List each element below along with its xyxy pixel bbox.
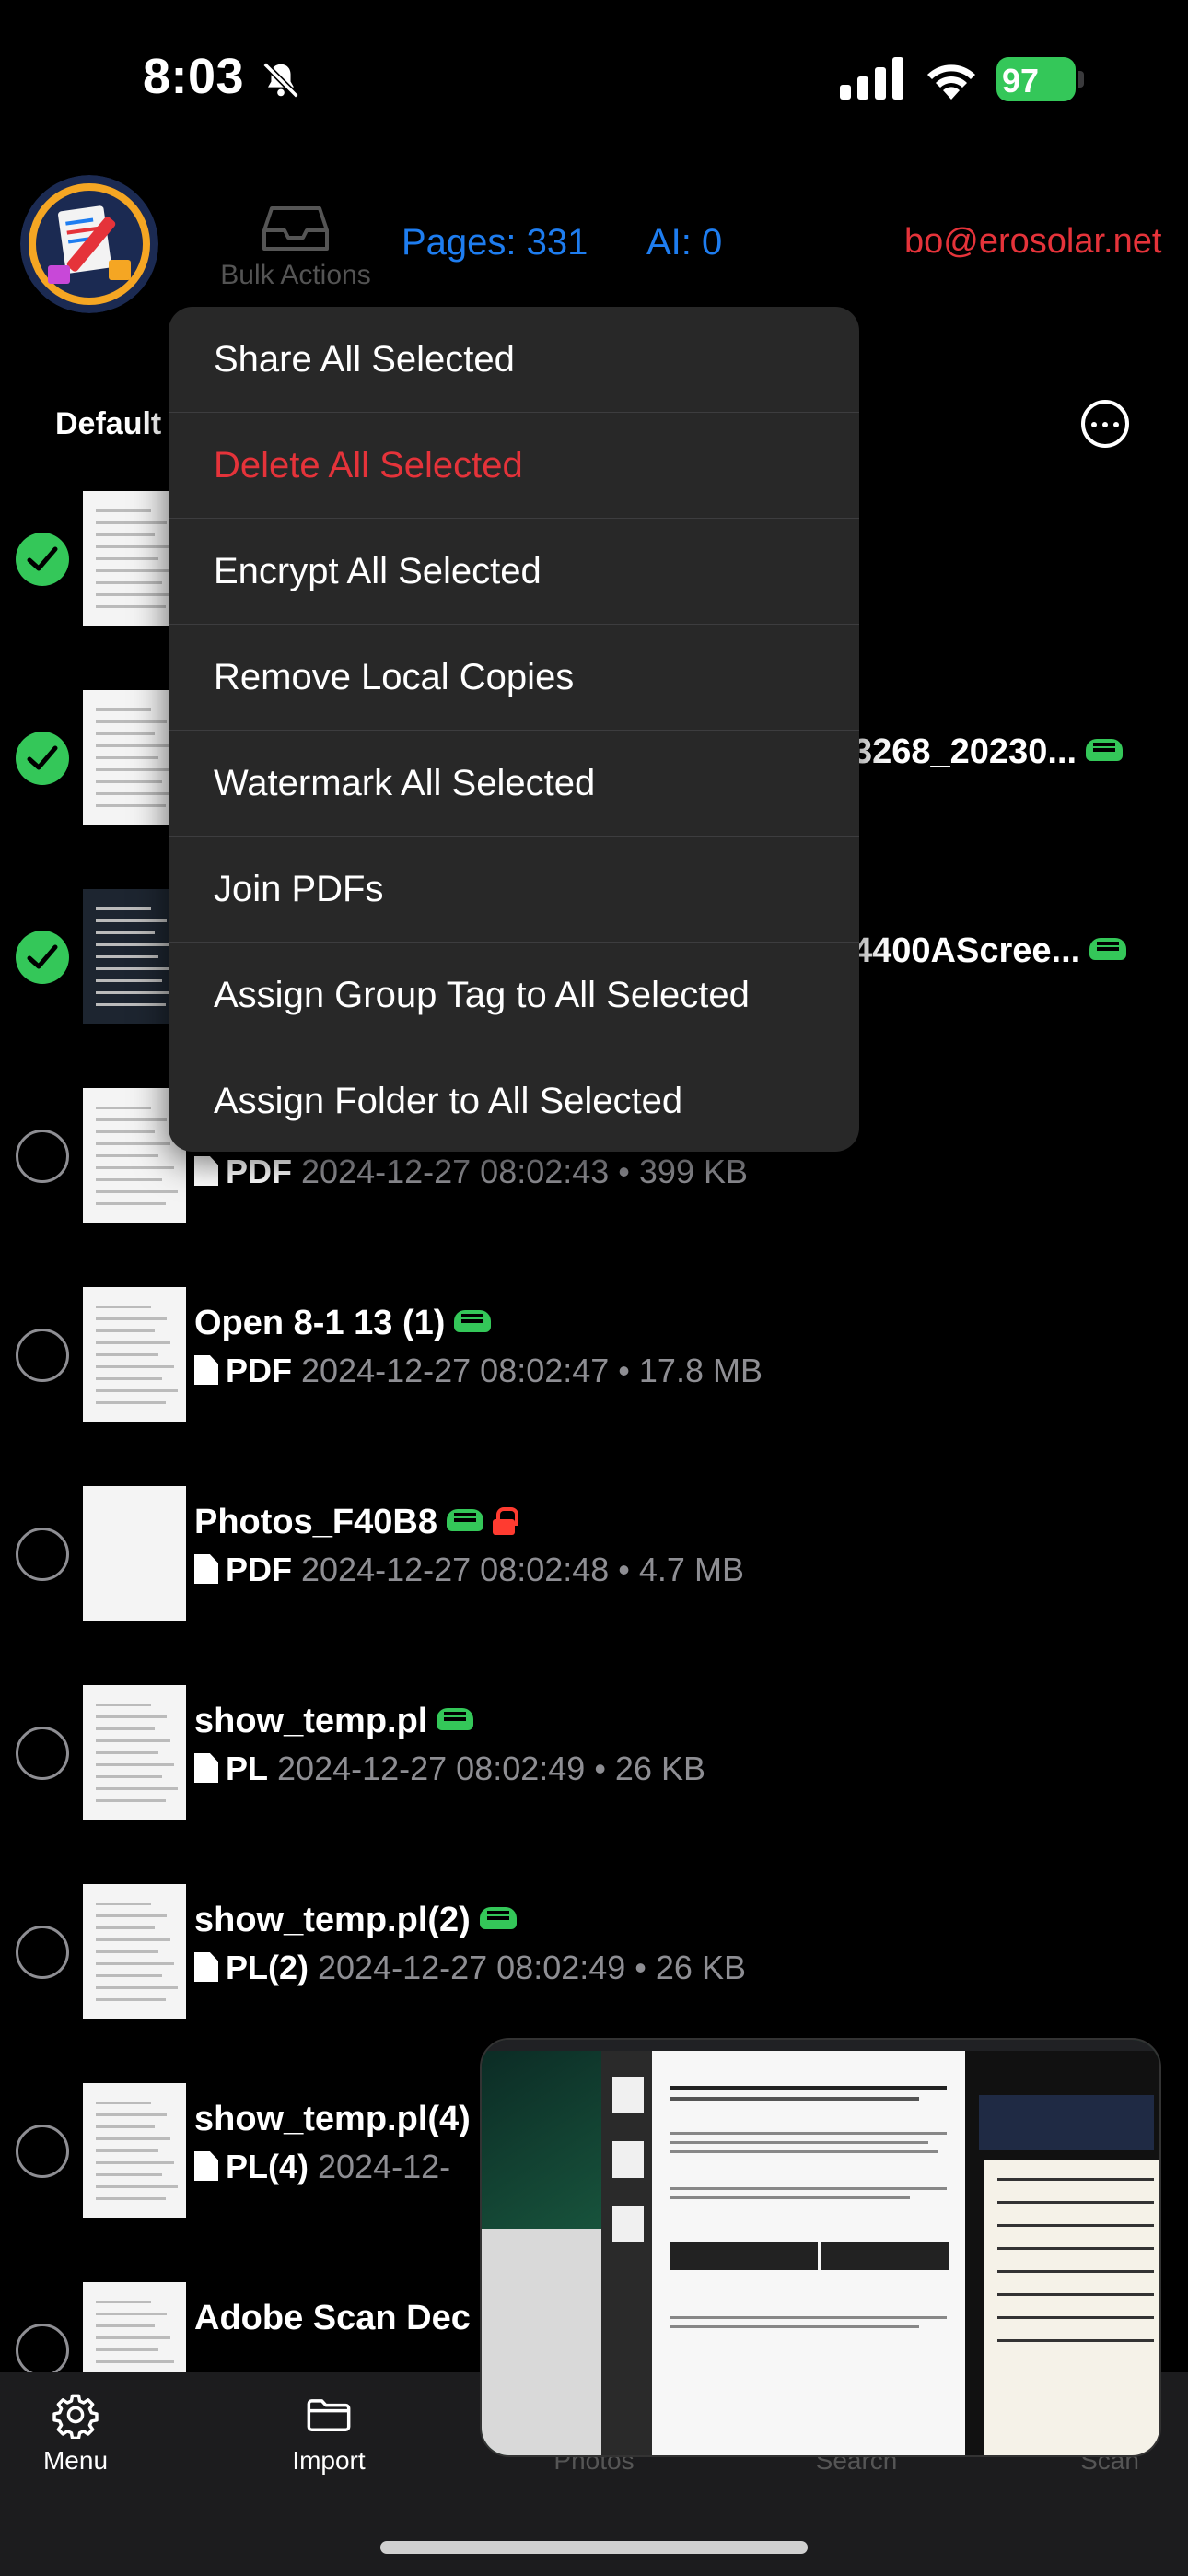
- encrypt-all-selected-item[interactable]: Encrypt All Selected: [169, 519, 859, 625]
- watermark-all-selected-item[interactable]: Watermark All Selected: [169, 731, 859, 837]
- selection-circle[interactable]: [16, 2125, 69, 2178]
- document-name: show_temp.pl: [194, 1702, 474, 1741]
- tab-import-label: Import: [292, 2446, 366, 2475]
- cloud-sync-icon: [479, 1907, 517, 1929]
- tab-import[interactable]: Import: [237, 2391, 421, 2476]
- delete-all-selected-item[interactable]: Delete All Selected: [169, 413, 859, 519]
- user-email[interactable]: bo@erosolar.net: [904, 222, 1161, 262]
- share-all-selected-item[interactable]: Share All Selected: [169, 307, 859, 413]
- document-name: show_temp.pl(2): [194, 1901, 517, 1940]
- document-file-icon: [194, 1355, 218, 1385]
- cloud-sync-icon: [454, 1310, 492, 1332]
- cellular-signal-icon: [840, 57, 903, 100]
- document-file-icon: [194, 1156, 218, 1186]
- document-thumbnail[interactable]: [83, 1884, 186, 2019]
- document-thumbnail[interactable]: [83, 1486, 186, 1621]
- document-row[interactable]: show_temp.pl PL 2024-12-27 08:02:49 • 26 …: [0, 1685, 1188, 1823]
- document-row[interactable]: Open 8-1 13 (1) PDF 2024-12-27 08:02:47 •…: [0, 1287, 1188, 1425]
- document-file-icon: [194, 1554, 218, 1584]
- document-thumbnail[interactable]: [83, 1287, 186, 1422]
- assign-folder-item[interactable]: Assign Folder to All Selected: [169, 1048, 859, 1152]
- document-meta: PL(4) 2024-12-: [194, 2148, 450, 2186]
- pages-count: Pages: 331: [402, 222, 588, 263]
- assign-group-tag-item[interactable]: Assign Group Tag to All Selected: [169, 943, 859, 1048]
- document-name: Photos_F40B8: [194, 1503, 518, 1542]
- selection-circle[interactable]: [16, 1926, 69, 1979]
- selection-circle[interactable]: [16, 1528, 69, 1581]
- tab-menu[interactable]: Menu: [0, 2391, 168, 2476]
- document-meta: PDF 2024-12-27 08:02:48 • 4.7 MB: [194, 1551, 744, 1589]
- tab-menu-label: Menu: [42, 2446, 109, 2475]
- document-name: 3268_20230...: [853, 732, 1124, 772]
- document-thumbnail[interactable]: [83, 1685, 186, 1820]
- document-file-icon: [194, 1952, 218, 1982]
- selection-circle[interactable]: [16, 1130, 69, 1183]
- bulk-actions-button[interactable]: Bulk Actions: [208, 205, 383, 297]
- document-thumbnail[interactable]: [83, 2083, 186, 2218]
- document-row[interactable]: Photos_F40B8 PDF 2024-12-27 08:02:48 • 4.…: [0, 1486, 1188, 1624]
- document-name: Adobe Scan Dec: [194, 2299, 471, 2337]
- document-file-icon: [194, 1753, 218, 1783]
- document-name: Open 8-1 13 (1): [194, 1304, 492, 1343]
- app-logo[interactable]: [20, 175, 158, 313]
- document-name: show_temp.pl(4): [194, 2100, 471, 2138]
- document-meta: PL(2) 2024-12-27 08:02:49 • 26 KB: [194, 1949, 746, 1987]
- picture-in-picture-video[interactable]: [480, 2038, 1161, 2457]
- selected-checkmark-icon[interactable]: [16, 931, 69, 984]
- gear-icon: [52, 2394, 99, 2439]
- bulk-actions-menu: Share All Selected Delete All Selected E…: [169, 307, 859, 1152]
- document-row[interactable]: show_temp.pl(2) PL(2) 2024-12-27 08:02:49…: [0, 1884, 1188, 2022]
- cloud-sync-icon: [437, 1708, 474, 1730]
- bell-muted-icon: [262, 62, 299, 99]
- cloud-sync-icon: [1086, 739, 1124, 761]
- ai-count: AI: 0: [646, 222, 723, 263]
- status-time: 8:03: [143, 49, 245, 104]
- cloud-sync-icon: [1089, 938, 1127, 960]
- inbox-tray-icon: [262, 206, 329, 251]
- section-title: Default: [55, 406, 162, 441]
- selected-checkmark-icon[interactable]: [16, 732, 69, 785]
- document-meta: PDF 2024-12-27 08:02:43 • 399 KB: [194, 1153, 748, 1191]
- selection-circle[interactable]: [16, 1727, 69, 1780]
- document-meta: PL 2024-12-27 08:02:49 • 26 KB: [194, 1750, 705, 1788]
- folder-icon: [307, 2399, 351, 2431]
- more-options-icon[interactable]: [1081, 400, 1129, 448]
- selected-checkmark-icon[interactable]: [16, 533, 69, 586]
- lock-icon: [492, 1507, 518, 1535]
- selection-circle[interactable]: [16, 2324, 69, 2377]
- wifi-icon: [927, 64, 975, 100]
- selection-circle[interactable]: [16, 1329, 69, 1382]
- join-pdfs-item[interactable]: Join PDFs: [169, 837, 859, 943]
- document-file-icon: [194, 2151, 218, 2181]
- battery-indicator: 97: [996, 57, 1085, 101]
- document-name: 4400AScree...: [853, 931, 1127, 971]
- home-indicator: [380, 2541, 808, 2554]
- document-meta: PDF 2024-12-27 08:02:47 • 17.8 MB: [194, 1352, 763, 1390]
- remove-local-copies-item[interactable]: Remove Local Copies: [169, 625, 859, 731]
- cloud-sync-icon: [446, 1509, 483, 1531]
- bulk-actions-label: Bulk Actions: [220, 260, 371, 290]
- battery-level: 97: [1002, 62, 1040, 100]
